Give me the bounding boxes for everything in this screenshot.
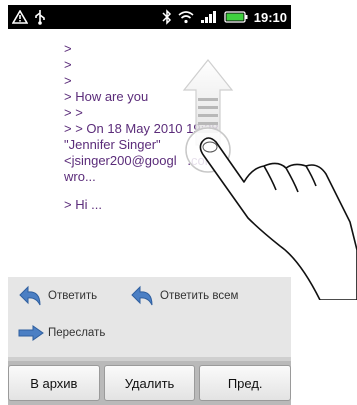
signal-icon	[200, 10, 218, 24]
quote-line: > Hi ...	[64, 197, 102, 212]
quote-line: > >	[64, 105, 83, 120]
forward-button[interactable]: Переслать	[18, 325, 105, 341]
reply-all-button[interactable]: Ответить всем	[130, 285, 238, 307]
wifi-icon	[178, 10, 194, 24]
quote-line	[64, 185, 284, 197]
quote-line: <jsinger200@googl .com>	[64, 153, 224, 168]
status-time: 19:10	[253, 9, 287, 25]
forward-arrow-icon	[18, 325, 44, 341]
previous-button[interactable]: Пред.	[199, 365, 292, 401]
battery-icon	[224, 11, 248, 23]
reply-all-arrow-icon	[130, 285, 156, 307]
reply-button[interactable]: Ответить	[18, 285, 97, 307]
warning-icon	[12, 10, 28, 24]
archive-button[interactable]: В архив	[8, 365, 100, 401]
status-bar: 19:10	[8, 5, 291, 29]
quote-line: > > On 18 May 2010 19:38,	[64, 121, 223, 136]
delete-button[interactable]: Удалить	[103, 365, 196, 401]
email-body[interactable]: > > > > How are you > > > > On 18 May 20…	[8, 29, 291, 277]
quote-line: >	[64, 73, 72, 88]
bottom-button-bar: В архив Удалить Пред.	[8, 361, 292, 405]
phone-screen: 19:10 > > > > How are you > > > > On 18 …	[0, 0, 357, 405]
quote-line: "Jennifer Singer"	[64, 137, 161, 152]
quote-line: wro...	[64, 169, 96, 184]
bluetooth-icon	[162, 9, 172, 25]
reply-all-label: Ответить всем	[160, 290, 239, 302]
quoted-text: > > > > How are you > > > > On 18 May 20…	[64, 41, 284, 213]
reply-label: Ответить	[48, 290, 98, 302]
reply-arrow-icon	[18, 285, 44, 307]
quote-line: >	[64, 41, 72, 56]
action-panel: Ответить Ответить всем Переслать	[8, 277, 291, 361]
usb-icon	[34, 9, 46, 25]
forward-label: Переслать	[48, 327, 106, 339]
quote-line: > How are you	[64, 89, 149, 104]
quote-line: >	[64, 57, 72, 72]
